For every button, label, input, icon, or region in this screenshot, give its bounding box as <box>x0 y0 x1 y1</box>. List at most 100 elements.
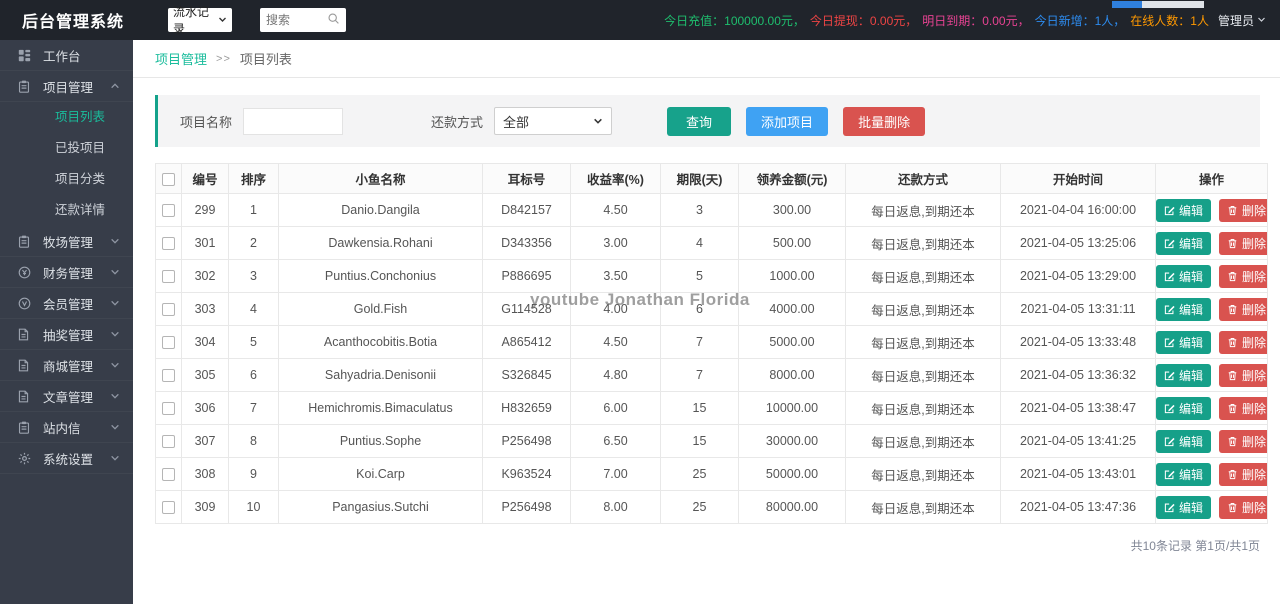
clipboard-icon <box>18 79 32 93</box>
batch-delete-button[interactable]: 批量删除 <box>843 106 926 136</box>
module-select[interactable]: 流水记录 <box>168 5 233 36</box>
delete-button[interactable]: 删除 <box>1219 330 1267 354</box>
delete-button-label: 删除 <box>1242 335 1267 350</box>
row-actions-cell: 编辑 删除 <box>1155 193 1268 227</box>
topbar-stat: 今日充值：100000.00元， <box>664 13 805 28</box>
edit-button[interactable]: 编辑 <box>1156 495 1212 519</box>
row-checkbox[interactable] <box>162 435 175 449</box>
sidebar-item-label: 牧场管理 <box>43 235 94 250</box>
sidebar-item-article[interactable]: 文章管理 <box>0 381 133 412</box>
edit-button-label: 编辑 <box>1179 269 1204 284</box>
table-cell: 2021-04-04 16:00:00 <box>1000 193 1156 227</box>
repay-method-label: 还款方式 <box>431 114 484 130</box>
project-name-input[interactable] <box>243 107 344 135</box>
edit-button[interactable]: 编辑 <box>1156 429 1212 453</box>
edit-button[interactable]: 编辑 <box>1156 264 1212 288</box>
table-row: 303 4 Gold.Fish G114528 4.00 6 4000.00 每日返息,到期还… <box>155 292 1268 326</box>
sidebar-item-project[interactable]: 项目管理 <box>0 71 133 102</box>
table-cell: 306 <box>181 391 229 425</box>
row-checkbox[interactable] <box>162 237 175 251</box>
row-actions-cell: 编辑 删除 <box>1155 325 1268 359</box>
table-cell: 5 <box>660 259 739 293</box>
table-cell: Acanthocobitis.Botia <box>278 325 483 359</box>
repay-method-select[interactable]: 全部 <box>494 107 613 135</box>
table-cell: 300.00 <box>738 193 846 227</box>
table-cell: 6 <box>228 358 279 392</box>
edit-button-label: 编辑 <box>1179 203 1204 218</box>
row-checkbox[interactable] <box>162 336 175 350</box>
delete-button[interactable]: 删除 <box>1219 396 1267 420</box>
trash-icon <box>1227 403 1238 414</box>
row-checkbox[interactable] <box>162 501 175 515</box>
table-cell: 10000.00 <box>738 391 846 425</box>
breadcrumb-section[interactable]: 项目管理 <box>155 49 207 68</box>
sidebar-subitem-项目分类[interactable]: 项目分类 <box>0 164 133 195</box>
edit-button[interactable]: 编辑 <box>1156 330 1212 354</box>
breadcrumb-page: 项目列表 <box>239 52 292 67</box>
row-checkbox[interactable] <box>162 270 175 284</box>
row-checkbox[interactable] <box>162 468 175 482</box>
search-input[interactable] <box>266 13 323 27</box>
edit-button[interactable]: 编辑 <box>1156 198 1212 222</box>
file-icon <box>18 389 32 403</box>
delete-button[interactable]: 删除 <box>1219 198 1267 222</box>
trash-icon <box>1227 502 1238 513</box>
edit-button[interactable]: 编辑 <box>1156 462 1212 486</box>
edit-button[interactable]: 编辑 <box>1156 396 1212 420</box>
table-cell: 3 <box>660 193 739 227</box>
sidebar-item-message[interactable]: 站内信 <box>0 412 133 443</box>
delete-button[interactable]: 删除 <box>1219 297 1267 321</box>
row-checkbox[interactable] <box>162 369 175 383</box>
select-all-checkbox[interactable] <box>162 172 175 186</box>
delete-button[interactable]: 删除 <box>1219 231 1267 255</box>
edit-button[interactable]: 编辑 <box>1156 297 1212 321</box>
sidebar-subitem-项目列表[interactable]: 项目列表 <box>0 102 133 133</box>
row-select-cell <box>155 457 182 491</box>
repay-method-value: 全部 <box>503 114 530 130</box>
table-cell: 25 <box>660 457 739 491</box>
delete-button[interactable]: 删除 <box>1219 363 1267 387</box>
sidebar-subitem-已投项目[interactable]: 已投项目 <box>0 133 133 164</box>
edit-icon <box>1164 502 1175 513</box>
table-cell: P256498 <box>482 490 571 524</box>
row-checkbox[interactable] <box>162 303 175 317</box>
edit-icon <box>1164 403 1175 414</box>
column-header: 期限(天) <box>660 163 739 194</box>
topbar: 后台管理系统 流水记录 今日充值：100000.00元， 今日提现：0.00元， 明… <box>0 0 1280 40</box>
sidebar-item-mall[interactable]: 商城管理 <box>0 350 133 381</box>
column-header: 小鱼名称 <box>278 163 483 194</box>
table-cell: 80000.00 <box>738 490 846 524</box>
edit-button[interactable]: 编辑 <box>1156 231 1212 255</box>
search-icon <box>327 12 340 28</box>
delete-button[interactable]: 删除 <box>1219 495 1267 519</box>
add-project-button[interactable]: 添加项目 <box>746 106 829 136</box>
sidebar-item-label: 项目管理 <box>43 80 94 95</box>
table-row: 308 9 Koi.Carp K963524 7.00 25 50000.00 每日返息,到期… <box>155 457 1268 491</box>
row-actions-cell: 编辑 删除 <box>1155 391 1268 425</box>
pagination-summary: 共10条记录 第1页/共1页 <box>1130 539 1260 553</box>
sidebar-item-finance[interactable]: 财务管理 <box>0 257 133 288</box>
sidebar-item-ranch[interactable]: 牧场管理 <box>0 226 133 257</box>
delete-button-label: 删除 <box>1242 269 1267 284</box>
delete-button[interactable]: 删除 <box>1219 264 1267 288</box>
topbar-stat: 在线人数：1人 <box>1130 13 1209 28</box>
row-checkbox[interactable] <box>162 402 175 416</box>
sidebar-item-lottery[interactable]: 抽奖管理 <box>0 319 133 350</box>
table-cell: 1000.00 <box>738 259 846 293</box>
edit-button[interactable]: 编辑 <box>1156 363 1212 387</box>
table-row: 301 2 Dawkensia.Rohani D343356 3.00 4 500.00 每日… <box>155 226 1268 260</box>
sidebar-item-label: 会员管理 <box>43 297 94 312</box>
delete-button[interactable]: 删除 <box>1219 462 1267 486</box>
table-cell: K963524 <box>482 457 571 491</box>
sidebar-subitem-还款详情[interactable]: 还款详情 <box>0 195 133 226</box>
sidebar-item-member[interactable]: 会员管理 <box>0 288 133 319</box>
sidebar-item-settings[interactable]: 系统设置 <box>0 443 133 474</box>
query-button[interactable]: 查询 <box>667 106 732 136</box>
column-header: 收益率(%) <box>570 163 661 194</box>
delete-button[interactable]: 删除 <box>1219 429 1267 453</box>
row-checkbox[interactable] <box>162 204 175 218</box>
table-cell: 15 <box>660 424 739 458</box>
sidebar-item-workbench[interactable]: 工作台 <box>0 40 133 71</box>
table-cell: G114528 <box>482 292 571 326</box>
admin-menu[interactable]: 管理员 <box>1218 12 1266 29</box>
